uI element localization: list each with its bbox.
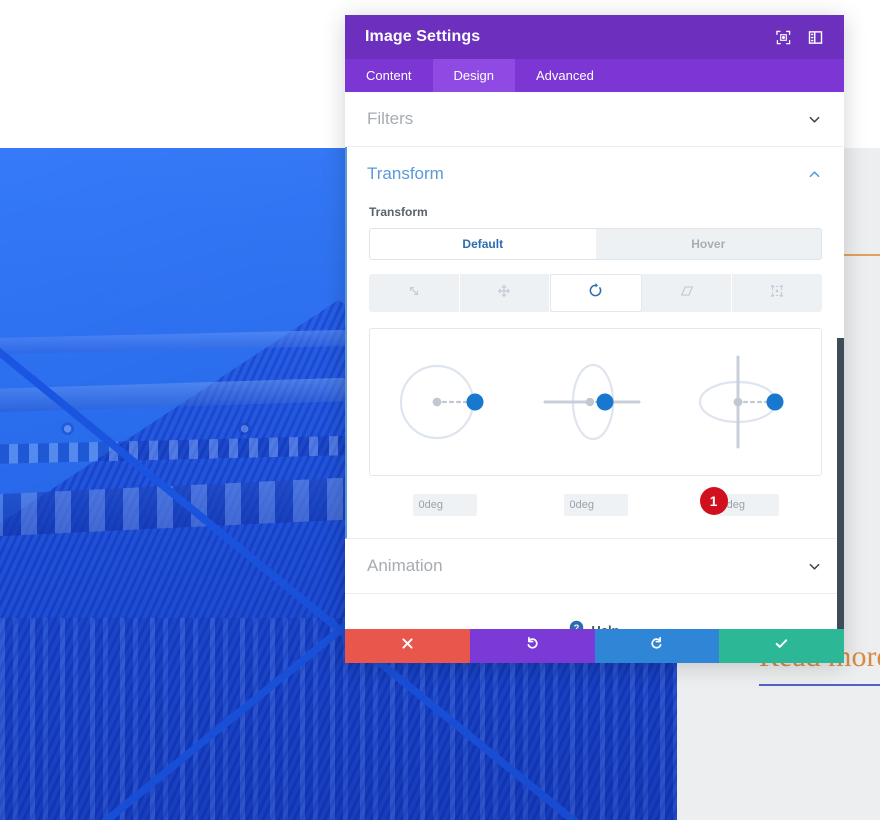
redo-icon	[649, 636, 664, 656]
modal-header: Image Settings	[345, 15, 844, 59]
rotate-z-dial[interactable]	[681, 342, 811, 462]
transform-origin-icon	[768, 282, 786, 305]
rotate-icon	[586, 281, 605, 305]
cancel-button[interactable]	[345, 629, 470, 663]
tab-design[interactable]: Design	[432, 59, 516, 92]
modal-body: Filters Transform Transform Default Hove…	[345, 92, 844, 629]
chevron-up-icon	[806, 166, 822, 182]
rotate-y-value-cell	[531, 494, 661, 516]
origin-tool-button[interactable]	[732, 274, 822, 312]
step-badge-1: 1	[699, 487, 728, 515]
close-icon	[401, 637, 414, 655]
section-transform: Transform Transform Default Hover 0deg 0…	[345, 147, 844, 539]
tab-advanced[interactable]: Advanced	[515, 59, 615, 92]
scale-tool-button[interactable]	[369, 274, 460, 312]
image-settings-modal: Image Settings Content Design Advanced F…	[345, 15, 844, 663]
chevron-down-icon	[806, 558, 822, 574]
state-toggle: Default Hover	[369, 228, 822, 260]
move-icon	[495, 282, 513, 305]
transform-controls: Transform Default Hover 0deg 0deg 1 0deg	[347, 201, 844, 538]
tab-content[interactable]: Content	[345, 59, 433, 92]
rotate-z-value-cell: 1	[682, 487, 812, 516]
fullscreen-icon[interactable]	[770, 24, 796, 50]
rotate-x-dial[interactable]	[380, 342, 510, 462]
section-filters-title: Filters	[367, 109, 414, 128]
rotate-value-row: 1	[369, 487, 822, 516]
chevron-down-icon	[806, 111, 822, 127]
undo-button[interactable]	[469, 629, 595, 663]
help-label: Help	[591, 623, 619, 630]
scale-icon	[405, 282, 423, 305]
check-icon	[774, 636, 789, 656]
transform-tool-bar	[369, 274, 822, 312]
read-more-divider	[759, 684, 880, 686]
rotate-y-input[interactable]	[563, 494, 628, 516]
panel-layout-icon[interactable]	[802, 24, 828, 50]
transform-field-label: Transform	[369, 205, 428, 219]
question-circle-icon: ?	[569, 620, 584, 629]
rotate-x-input[interactable]	[412, 494, 477, 516]
section-animation-title: Animation	[367, 556, 443, 575]
section-animation[interactable]: Animation	[345, 539, 844, 594]
state-hover[interactable]: Hover	[596, 229, 822, 259]
rotate-tool-button[interactable]	[550, 274, 642, 312]
rotate-x-value-cell	[380, 494, 510, 516]
modal-scrollbar[interactable]	[837, 338, 844, 629]
modal-tabs: Content Design Advanced	[345, 59, 844, 92]
translate-tool-button[interactable]	[460, 274, 551, 312]
help-row[interactable]: ? Help	[345, 594, 844, 629]
section-transform-header[interactable]: Transform	[347, 147, 844, 201]
save-button[interactable]	[719, 629, 844, 663]
skew-tool-button[interactable]	[642, 274, 733, 312]
svg-text:?: ?	[574, 623, 580, 629]
section-transform-title: Transform	[367, 164, 444, 183]
rotate-y-dial[interactable]	[530, 342, 660, 462]
section-filters[interactable]: Filters	[345, 92, 844, 147]
undo-icon	[525, 636, 540, 656]
modal-title: Image Settings	[365, 28, 481, 45]
skew-icon	[678, 282, 696, 305]
state-default[interactable]: Default	[370, 229, 596, 259]
redo-button[interactable]	[594, 629, 720, 663]
rotate-preview-stage	[369, 328, 822, 476]
modal-footer	[345, 629, 844, 663]
